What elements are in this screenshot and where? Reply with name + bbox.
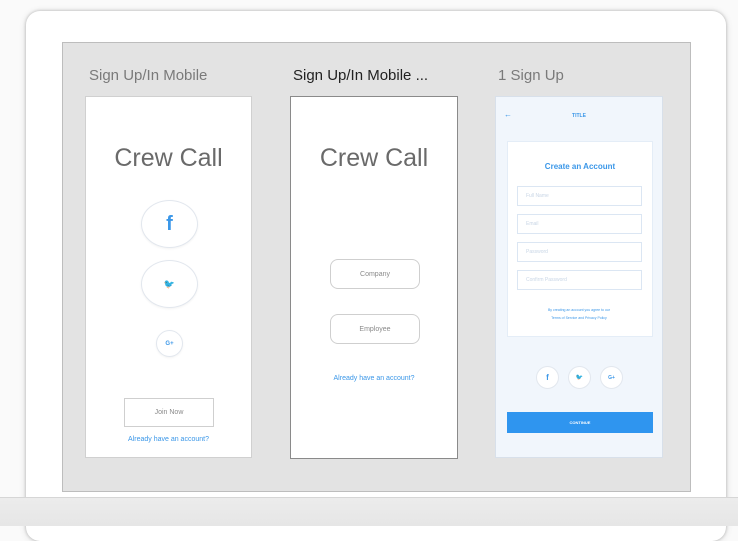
already-have-account-link[interactable]: Already have an account? [86, 436, 251, 443]
full-name-field[interactable]: Full Name [517, 186, 642, 206]
company-button[interactable]: Company [330, 259, 420, 289]
join-now-button[interactable]: Join Now [124, 398, 214, 427]
artboard-title-sign-up-in-mobile[interactable]: Sign Up/In Mobile [89, 67, 207, 84]
confirm-password-field[interactable]: Confirm Password [517, 270, 642, 290]
twitter-icon[interactable]: 🐦 [568, 366, 591, 389]
header-title: TITLE [572, 113, 586, 119]
already-have-account-link[interactable]: Already have an account? [291, 375, 457, 382]
password-field[interactable]: Password [517, 242, 642, 262]
google-plus-glyph: G+ [165, 340, 174, 347]
google-plus-icon[interactable]: G+ [156, 330, 183, 357]
employee-button[interactable]: Employee [330, 314, 420, 344]
terms-line-2[interactable]: Terms of Service and Privacy Policy [496, 314, 662, 322]
facebook-icon[interactable]: f [141, 200, 198, 248]
facebook-glyph: f [166, 212, 173, 235]
bottom-bar [0, 497, 738, 526]
email-field[interactable]: Email [517, 214, 642, 234]
design-canvas[interactable]: Sign Up/In Mobile Crew Call f 🐦 G+ Join … [62, 42, 691, 492]
artboard-sign-up-in-mobile[interactable]: Crew Call f 🐦 G+ Join Now Already have a… [85, 96, 252, 458]
artboard-1-sign-up[interactable]: ← TITLE Create an Account Full Name Emai… [495, 96, 663, 458]
twitter-glyph: 🐦 [163, 278, 176, 289]
card-title: Create an Account [544, 162, 616, 171]
facebook-icon[interactable]: f [536, 366, 559, 389]
terms-line-1: By creating an account you agree to our [547, 308, 611, 312]
artboard-title-1-sign-up[interactable]: 1 Sign Up [498, 67, 564, 84]
app-title: Crew Call [114, 144, 223, 172]
terms-text: By creating an account you agree to our … [496, 306, 662, 322]
artboard-sign-up-in-mobile-copy[interactable]: Crew Call Company Employee Already have … [290, 96, 458, 459]
google-plus-icon[interactable]: G+ [600, 366, 623, 389]
continue-button[interactable]: CONTINUE [507, 412, 653, 433]
artboard-title-sign-up-in-mobile-copy[interactable]: Sign Up/In Mobile ... [293, 67, 428, 84]
twitter-icon[interactable]: 🐦 [141, 260, 198, 308]
app-title: Crew Call [319, 144, 429, 172]
